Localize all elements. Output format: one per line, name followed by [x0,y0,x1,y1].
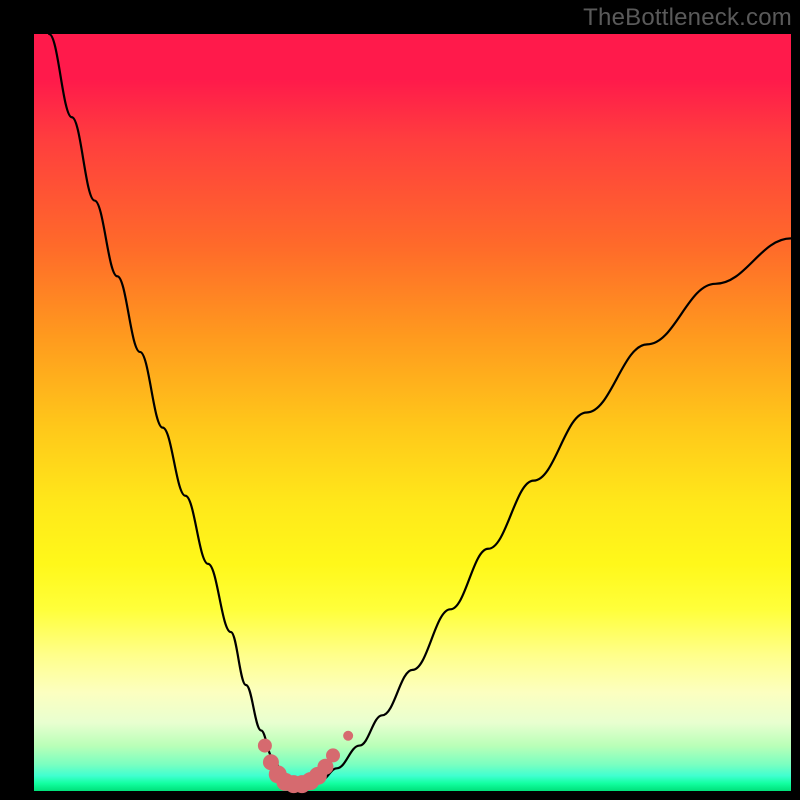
chart-frame: TheBottleneck.com [0,0,800,800]
highlight-marker [326,748,340,762]
highlight-markers [258,731,353,793]
highlight-marker [258,739,272,753]
watermark-text: TheBottleneck.com [583,4,792,32]
bottleneck-curve [49,34,791,783]
highlight-marker [343,731,353,741]
chart-overlay [0,0,800,800]
